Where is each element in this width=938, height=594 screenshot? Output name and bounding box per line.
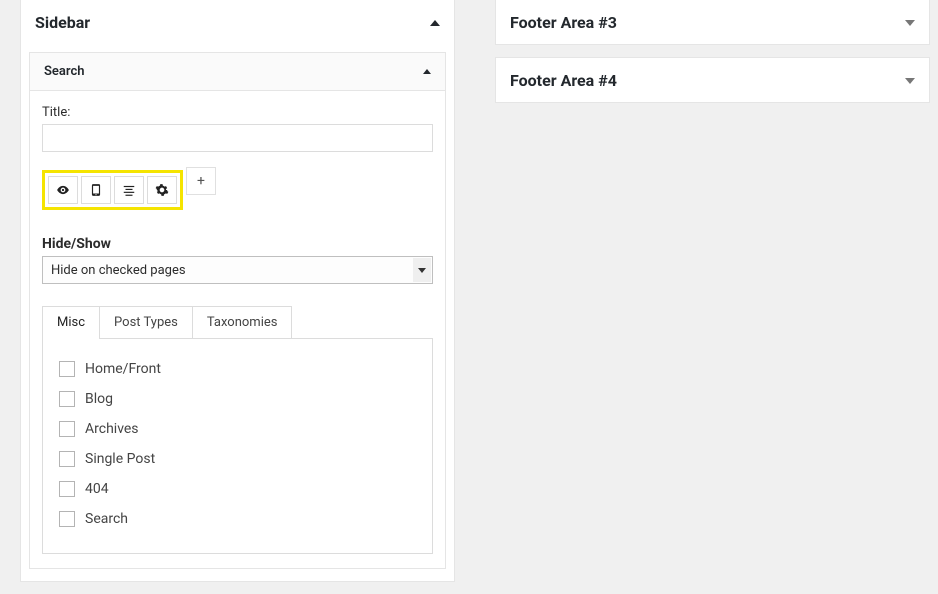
hide-show-label: Hide/Show [42, 236, 433, 252]
chevron-down-icon [413, 258, 431, 282]
eye-icon [56, 183, 70, 197]
search-widget-title: Search [44, 64, 85, 79]
list-item: Search [59, 511, 416, 527]
hide-show-select[interactable]: Hide on checked pages [42, 256, 433, 284]
sidebar-panel-title: Sidebar [35, 13, 90, 32]
tabstrip: Misc Post Types Taxonomies [42, 306, 433, 339]
tab-label: Taxonomies [207, 315, 278, 330]
checkbox-single-post[interactable] [59, 451, 75, 467]
check-label: Search [85, 511, 128, 527]
check-label: Archives [85, 421, 139, 437]
tab-misc[interactable]: Misc [42, 306, 100, 338]
check-label: Single Post [85, 451, 155, 467]
footer-area-4-panel: Footer Area #4 [495, 57, 930, 103]
tab-post-types[interactable]: Post Types [100, 306, 193, 338]
checkbox-search[interactable] [59, 511, 75, 527]
footer-area-3-title: Footer Area #3 [510, 13, 617, 32]
check-label: Blog [85, 391, 113, 407]
toolbar-highlight [42, 170, 183, 210]
list-item: 404 [59, 481, 416, 497]
tabpanel-misc: Home/Front Blog Archives Single Post 404… [42, 339, 433, 554]
sidebar-panel-header[interactable]: Sidebar [21, 0, 454, 44]
settings-button[interactable] [147, 176, 177, 204]
list-item: Archives [59, 421, 416, 437]
search-widget: Search Title: [29, 52, 446, 569]
title-field-label: Title: [42, 105, 433, 120]
check-label: Home/Front [85, 361, 161, 377]
visibility-button[interactable] [48, 176, 78, 204]
search-widget-header[interactable]: Search [30, 53, 445, 91]
checkbox-blog[interactable] [59, 391, 75, 407]
plus-icon: + [197, 173, 205, 189]
chevron-up-icon [430, 20, 440, 26]
tab-taxonomies[interactable]: Taxonomies [193, 306, 293, 338]
add-condition-button[interactable]: + [186, 167, 216, 195]
footer-area-3-header[interactable]: Footer Area #3 [496, 0, 929, 44]
chevron-down-icon [905, 78, 915, 84]
device-button[interactable] [81, 176, 111, 204]
chevron-down-icon [905, 20, 915, 26]
checkbox-404[interactable] [59, 481, 75, 497]
footer-area-3-panel: Footer Area #3 [495, 0, 930, 45]
chevron-up-icon [423, 69, 431, 74]
tab-label: Post Types [114, 315, 178, 330]
title-input[interactable] [42, 124, 433, 152]
tab-label: Misc [57, 315, 85, 330]
list-item: Home/Front [59, 361, 416, 377]
sidebar-panel: Sidebar Search Title: [20, 0, 455, 582]
footer-area-4-header[interactable]: Footer Area #4 [496, 58, 929, 102]
search-widget-body: Title: [30, 91, 445, 568]
gear-icon [155, 183, 169, 197]
misc-check-list: Home/Front Blog Archives Single Post 404… [59, 361, 416, 527]
list-item: Single Post [59, 451, 416, 467]
check-label: 404 [85, 481, 109, 497]
alignment-button[interactable] [114, 176, 144, 204]
footer-area-4-title: Footer Area #4 [510, 71, 617, 90]
list-item: Blog [59, 391, 416, 407]
checkbox-home-front[interactable] [59, 361, 75, 377]
mobile-icon [89, 183, 103, 197]
checkbox-archives[interactable] [59, 421, 75, 437]
hide-show-selected: Hide on checked pages [51, 263, 186, 278]
align-center-icon [122, 183, 136, 197]
